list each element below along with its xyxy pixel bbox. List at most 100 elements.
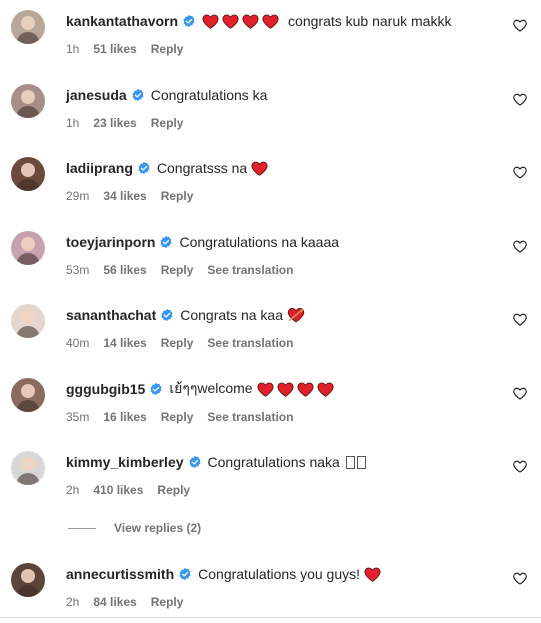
comment-header: gggubgib15 เย้ๆๆwelcome — [66, 378, 337, 400]
emoji-group — [287, 307, 308, 323]
username[interactable]: sananthachat — [66, 307, 156, 323]
see-translation-button[interactable]: See translation — [207, 336, 293, 350]
username[interactable]: ladiiprang — [66, 160, 133, 176]
verified-badge-icon — [160, 308, 174, 322]
heart-outline-icon[interactable] — [513, 571, 527, 585]
avatar[interactable] — [11, 10, 45, 44]
reply-button[interactable]: Reply — [161, 336, 194, 350]
reply-button[interactable]: Reply — [161, 263, 194, 277]
reply-button[interactable]: Reply — [157, 483, 190, 497]
reply-button[interactable]: Reply — [151, 42, 184, 56]
comment-meta: 40m 14 likes Reply See translation — [66, 335, 293, 351]
reply-button[interactable]: Reply — [151, 116, 184, 130]
comment-item: kankantathavorn congrats kub naruk makkk 1… — [0, 10, 541, 70]
comment-text: Congratulations naka — [207, 454, 340, 470]
username[interactable]: janesuda — [66, 87, 127, 103]
heart-outline-icon[interactable] — [513, 239, 527, 253]
verified-badge-icon — [178, 567, 192, 581]
comment-text: Congratsss na — [156, 160, 248, 176]
emoji-group — [202, 14, 282, 29]
like-count[interactable]: 16 likes — [103, 410, 146, 424]
comment-meta: 2h 84 likes Reply — [66, 594, 197, 610]
divider — [0, 617, 541, 618]
missing-glyph-icon — [356, 455, 366, 469]
avatar[interactable] — [11, 231, 45, 265]
avatar[interactable] — [11, 157, 45, 191]
missing-glyph-icon — [345, 455, 355, 469]
timestamp: 1h — [66, 116, 80, 130]
timestamp: 2h — [66, 483, 80, 497]
comment-meta: 2h 410 likes Reply — [66, 482, 204, 498]
emoji-group — [364, 567, 384, 582]
heart-outline-icon[interactable] — [513, 386, 527, 400]
red-heart-icon — [222, 14, 239, 29]
comment-header: sananthachat Congrats na kaa — [66, 304, 308, 326]
see-translation-button[interactable]: See translation — [207, 410, 293, 424]
red-heart-icon — [262, 14, 279, 29]
red-heart-icon — [297, 382, 314, 397]
emoji-group — [344, 455, 366, 469]
username[interactable]: gggubgib15 — [66, 381, 145, 397]
heart-outline-icon[interactable] — [513, 18, 527, 32]
timestamp: 29m — [66, 189, 90, 203]
like-count[interactable]: 51 likes — [93, 42, 136, 56]
comment-meta: 29m 34 likes Reply — [66, 188, 207, 204]
avatar[interactable] — [11, 84, 45, 118]
comment-header: toeyjarinporn Congratulations na kaaaa — [66, 231, 339, 253]
like-count[interactable]: 23 likes — [93, 116, 136, 130]
timestamp: 53m — [66, 263, 90, 277]
username[interactable]: kankantathavorn — [66, 13, 178, 29]
reply-button[interactable]: Reply — [161, 189, 194, 203]
heart-outline-icon[interactable] — [513, 459, 527, 473]
red-heart-icon — [317, 382, 334, 397]
verified-badge-icon — [159, 235, 173, 249]
username[interactable]: kimmy_kimberley — [66, 454, 184, 470]
comment-header: janesuda Congratulations ka — [66, 84, 267, 106]
reply-button[interactable]: Reply — [161, 410, 194, 424]
like-count[interactable]: 84 likes — [93, 595, 136, 609]
comment-header: annecurtissmith Congratulations you guys! — [66, 563, 384, 585]
heart-outline-icon[interactable] — [513, 312, 527, 326]
comment-item: ladiiprang Congratsss na 29m 34 likes Reply — [0, 157, 541, 217]
avatar[interactable] — [11, 378, 45, 412]
view-replies-label: View replies (2) — [114, 521, 202, 535]
heart-with-arrow-icon — [287, 307, 305, 323]
emoji-group — [257, 382, 337, 397]
avatar[interactable] — [11, 563, 45, 597]
comment-item: toeyjarinporn Congratulations na kaaaa 53m… — [0, 231, 541, 291]
reply-button[interactable]: Reply — [151, 595, 184, 609]
like-count[interactable]: 14 likes — [103, 336, 146, 350]
red-heart-icon — [277, 382, 294, 397]
verified-badge-icon — [137, 161, 151, 175]
comment-item: gggubgib15 เย้ๆๆwelcome 35m 16 likes Reply Se… — [0, 378, 541, 438]
comment-text: Congratulations ka — [150, 87, 268, 103]
heart-outline-icon[interactable] — [513, 92, 527, 106]
comment-meta: 53m 56 likes Reply See translation — [66, 262, 293, 278]
like-count[interactable]: 410 likes — [93, 483, 143, 497]
username[interactable]: annecurtissmith — [66, 566, 174, 582]
heart-outline-icon[interactable] — [513, 165, 527, 179]
timestamp: 2h — [66, 595, 80, 609]
comment-text: Congrats na kaa — [180, 307, 283, 323]
see-translation-button[interactable]: See translation — [207, 263, 293, 277]
red-heart-icon — [251, 161, 268, 176]
comment-item: kimmy_kimberley Congratulations naka 2h 410… — [0, 451, 541, 511]
comment-text: Congratulations you guys! — [198, 566, 361, 582]
verified-badge-icon — [131, 88, 145, 102]
view-replies-button[interactable]: View replies (2) — [68, 520, 201, 536]
username[interactable]: toeyjarinporn — [66, 234, 155, 250]
comment-item: janesuda Congratulations ka 1h 23 likes Repl… — [0, 84, 541, 144]
verified-badge-icon — [149, 382, 163, 396]
like-count[interactable]: 34 likes — [103, 189, 146, 203]
comment-header: ladiiprang Congratsss na — [66, 157, 271, 179]
replies-dash — [68, 527, 96, 529]
avatar[interactable] — [11, 304, 45, 338]
red-heart-icon — [242, 14, 259, 29]
avatar[interactable] — [11, 451, 45, 485]
verified-badge-icon — [182, 14, 196, 28]
timestamp: 1h — [66, 42, 80, 56]
comment-meta: 1h 51 likes Reply — [66, 41, 197, 57]
comment-header: kankantathavorn congrats kub naruk makkk — [66, 10, 451, 32]
red-heart-icon — [257, 382, 274, 397]
like-count[interactable]: 56 likes — [103, 263, 146, 277]
